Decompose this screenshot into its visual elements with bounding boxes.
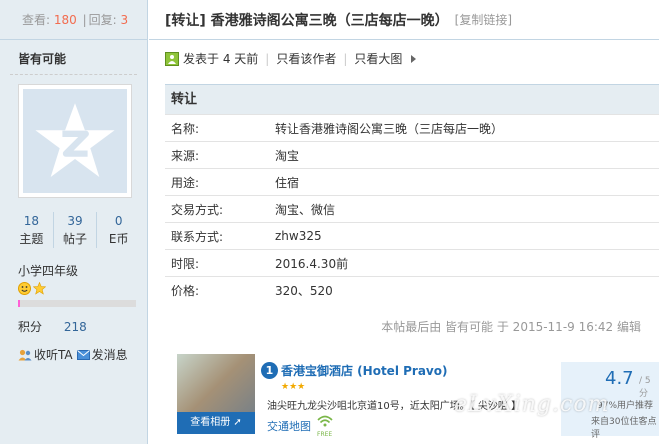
replies-count: 3 <box>120 13 129 27</box>
replies-label: 回复: <box>88 13 117 27</box>
hotel-photo[interactable]: 查看相册 ➚ <box>177 354 255 434</box>
edit-notice: 本帖最后由 皆有可能 于 2015-11-9 16:42 编辑 <box>381 320 641 334</box>
trade-info-table: 转让 名称: 转让香港雅诗阁公寓三晚（三店每店一晚） 来源: 淘宝 用途: 住宿 交易… <box>165 84 659 304</box>
user-level[interactable]: 小学四年级 <box>18 262 78 279</box>
count-posts[interactable]: 39 帖子 <box>54 212 98 248</box>
row-key: 名称: <box>171 121 200 136</box>
meta-separator: | <box>343 51 348 66</box>
count-topics[interactable]: 18 主题 <box>10 212 54 248</box>
count-label: E币 <box>108 232 129 246</box>
count-ecoins[interactable]: 0 E币 <box>97 212 140 248</box>
views-label: 查看: <box>22 13 51 27</box>
only-author-link[interactable]: 只看该作者 <box>276 50 336 67</box>
follow-label: 收听TA <box>34 348 73 362</box>
table-row: 名称: 转让香港雅诗阁公寓三晚（三店每店一晚） <box>165 115 659 142</box>
points: 积分 218 <box>18 318 87 335</box>
rank-badge: 1 <box>261 362 278 379</box>
count-label: 帖子 <box>63 232 88 246</box>
points-value: 218 <box>63 320 87 334</box>
row-key: 交易方式: <box>171 202 224 217</box>
copy-link[interactable]: [复制链接] <box>455 11 512 28</box>
table-row: 用途: 住宿 <box>165 169 659 196</box>
author-counts: 18 主题 39 帖子 0 E币 <box>10 212 140 248</box>
level-icons <box>18 282 46 295</box>
post-meta: 发表于 4 天前 | 只看该作者 | 只看大图 <box>165 50 418 67</box>
users-icon <box>18 349 32 360</box>
row-value: 淘宝、微信 <box>275 202 336 217</box>
transport-map-link[interactable]: 交通地图 <box>267 418 311 434</box>
post-main: [转让] 香港雅诗阁公寓三晚（三店每店一晚） [复制链接] 发表于 4 天前 |… <box>149 0 659 444</box>
row-value: 2016.4.30前 <box>275 256 349 271</box>
default-avatar-icon <box>23 89 127 193</box>
author-actions: 收听TA 发消息 <box>18 346 128 363</box>
thread-title: [转让] 香港雅诗阁公寓三晚（三店每店一晚） <box>165 12 449 29</box>
row-value: 转让香港雅诗阁公寓三晚（三店每店一晚） <box>275 121 504 136</box>
row-value: zhw325 <box>275 229 322 243</box>
level-progress-fill <box>18 300 21 307</box>
envelope-icon <box>76 349 90 360</box>
row-key: 联系方式: <box>171 229 224 244</box>
author-name[interactable]: 皆有可能 <box>18 50 66 67</box>
author-sidebar: 查看: 180 | 回复: 3 皆有可能 18 主题 39 帖子 0 E币 小学四… <box>0 0 148 444</box>
level-progress <box>18 300 136 307</box>
table-row: 来源: 淘宝 <box>165 142 659 169</box>
table-row: 时限: 2016.4.30前 <box>165 250 659 277</box>
row-key: 价格: <box>171 284 200 298</box>
review-count-link[interactable]: 来自30位住客点评 <box>591 414 659 440</box>
rating-score: 4.7 <box>605 368 634 389</box>
view-album-button[interactable]: 查看相册 ➚ <box>177 412 255 434</box>
meta-separator: | <box>265 51 270 66</box>
star-icon <box>33 282 46 295</box>
stats-separator: | <box>82 13 87 27</box>
online-status-icon <box>165 51 179 66</box>
message-label: 发消息 <box>91 348 128 362</box>
thread-title-bar: [转让] 香港雅诗阁公寓三晚（三店每店一晚） [复制链接] <box>149 0 659 40</box>
thread-stats: 查看: 180 | 回复: 3 <box>0 0 147 40</box>
count-value: 39 <box>67 214 83 228</box>
row-key: 时限: <box>171 256 200 271</box>
watermark: eLvXing.com <box>454 392 610 417</box>
smiley-icon <box>18 282 31 295</box>
row-value: 淘宝 <box>275 148 300 163</box>
row-key: 用途: <box>171 175 200 190</box>
wifi-icon: FREE <box>317 414 333 438</box>
hotel-stars: ★★★ <box>281 382 306 392</box>
divider <box>10 74 137 75</box>
wifi-free-label: FREE <box>317 431 333 438</box>
triangle-right-icon <box>411 54 417 63</box>
row-value: 住宿 <box>275 175 300 190</box>
message-button[interactable]: 发消息 <box>76 346 128 363</box>
count-label: 主题 <box>19 232 44 246</box>
row-value: 320、520 <box>275 284 333 298</box>
count-value: 0 <box>114 214 123 228</box>
table-row: 价格: 320、520 <box>165 277 659 304</box>
rating-scale: / 5分 <box>639 376 651 399</box>
avatar[interactable] <box>18 84 132 198</box>
points-label: 积分 <box>18 320 43 334</box>
table-row: 交易方式: 淘宝、微信 <box>165 196 659 223</box>
count-value: 18 <box>23 214 39 228</box>
views-count: 180 <box>53 13 77 27</box>
big-image-link[interactable]: 只看大图 <box>354 50 402 67</box>
follow-button[interactable]: 收听TA <box>18 346 73 363</box>
trade-info-heading: 转让 <box>165 85 659 115</box>
hotel-name-link[interactable]: 香港宝御酒店 (Hotel Pravo) <box>281 362 447 379</box>
row-key: 来源: <box>171 148 200 163</box>
post-time: 发表于 4 天前 <box>183 52 259 66</box>
table-row: 联系方式: zhw325 <box>165 223 659 250</box>
